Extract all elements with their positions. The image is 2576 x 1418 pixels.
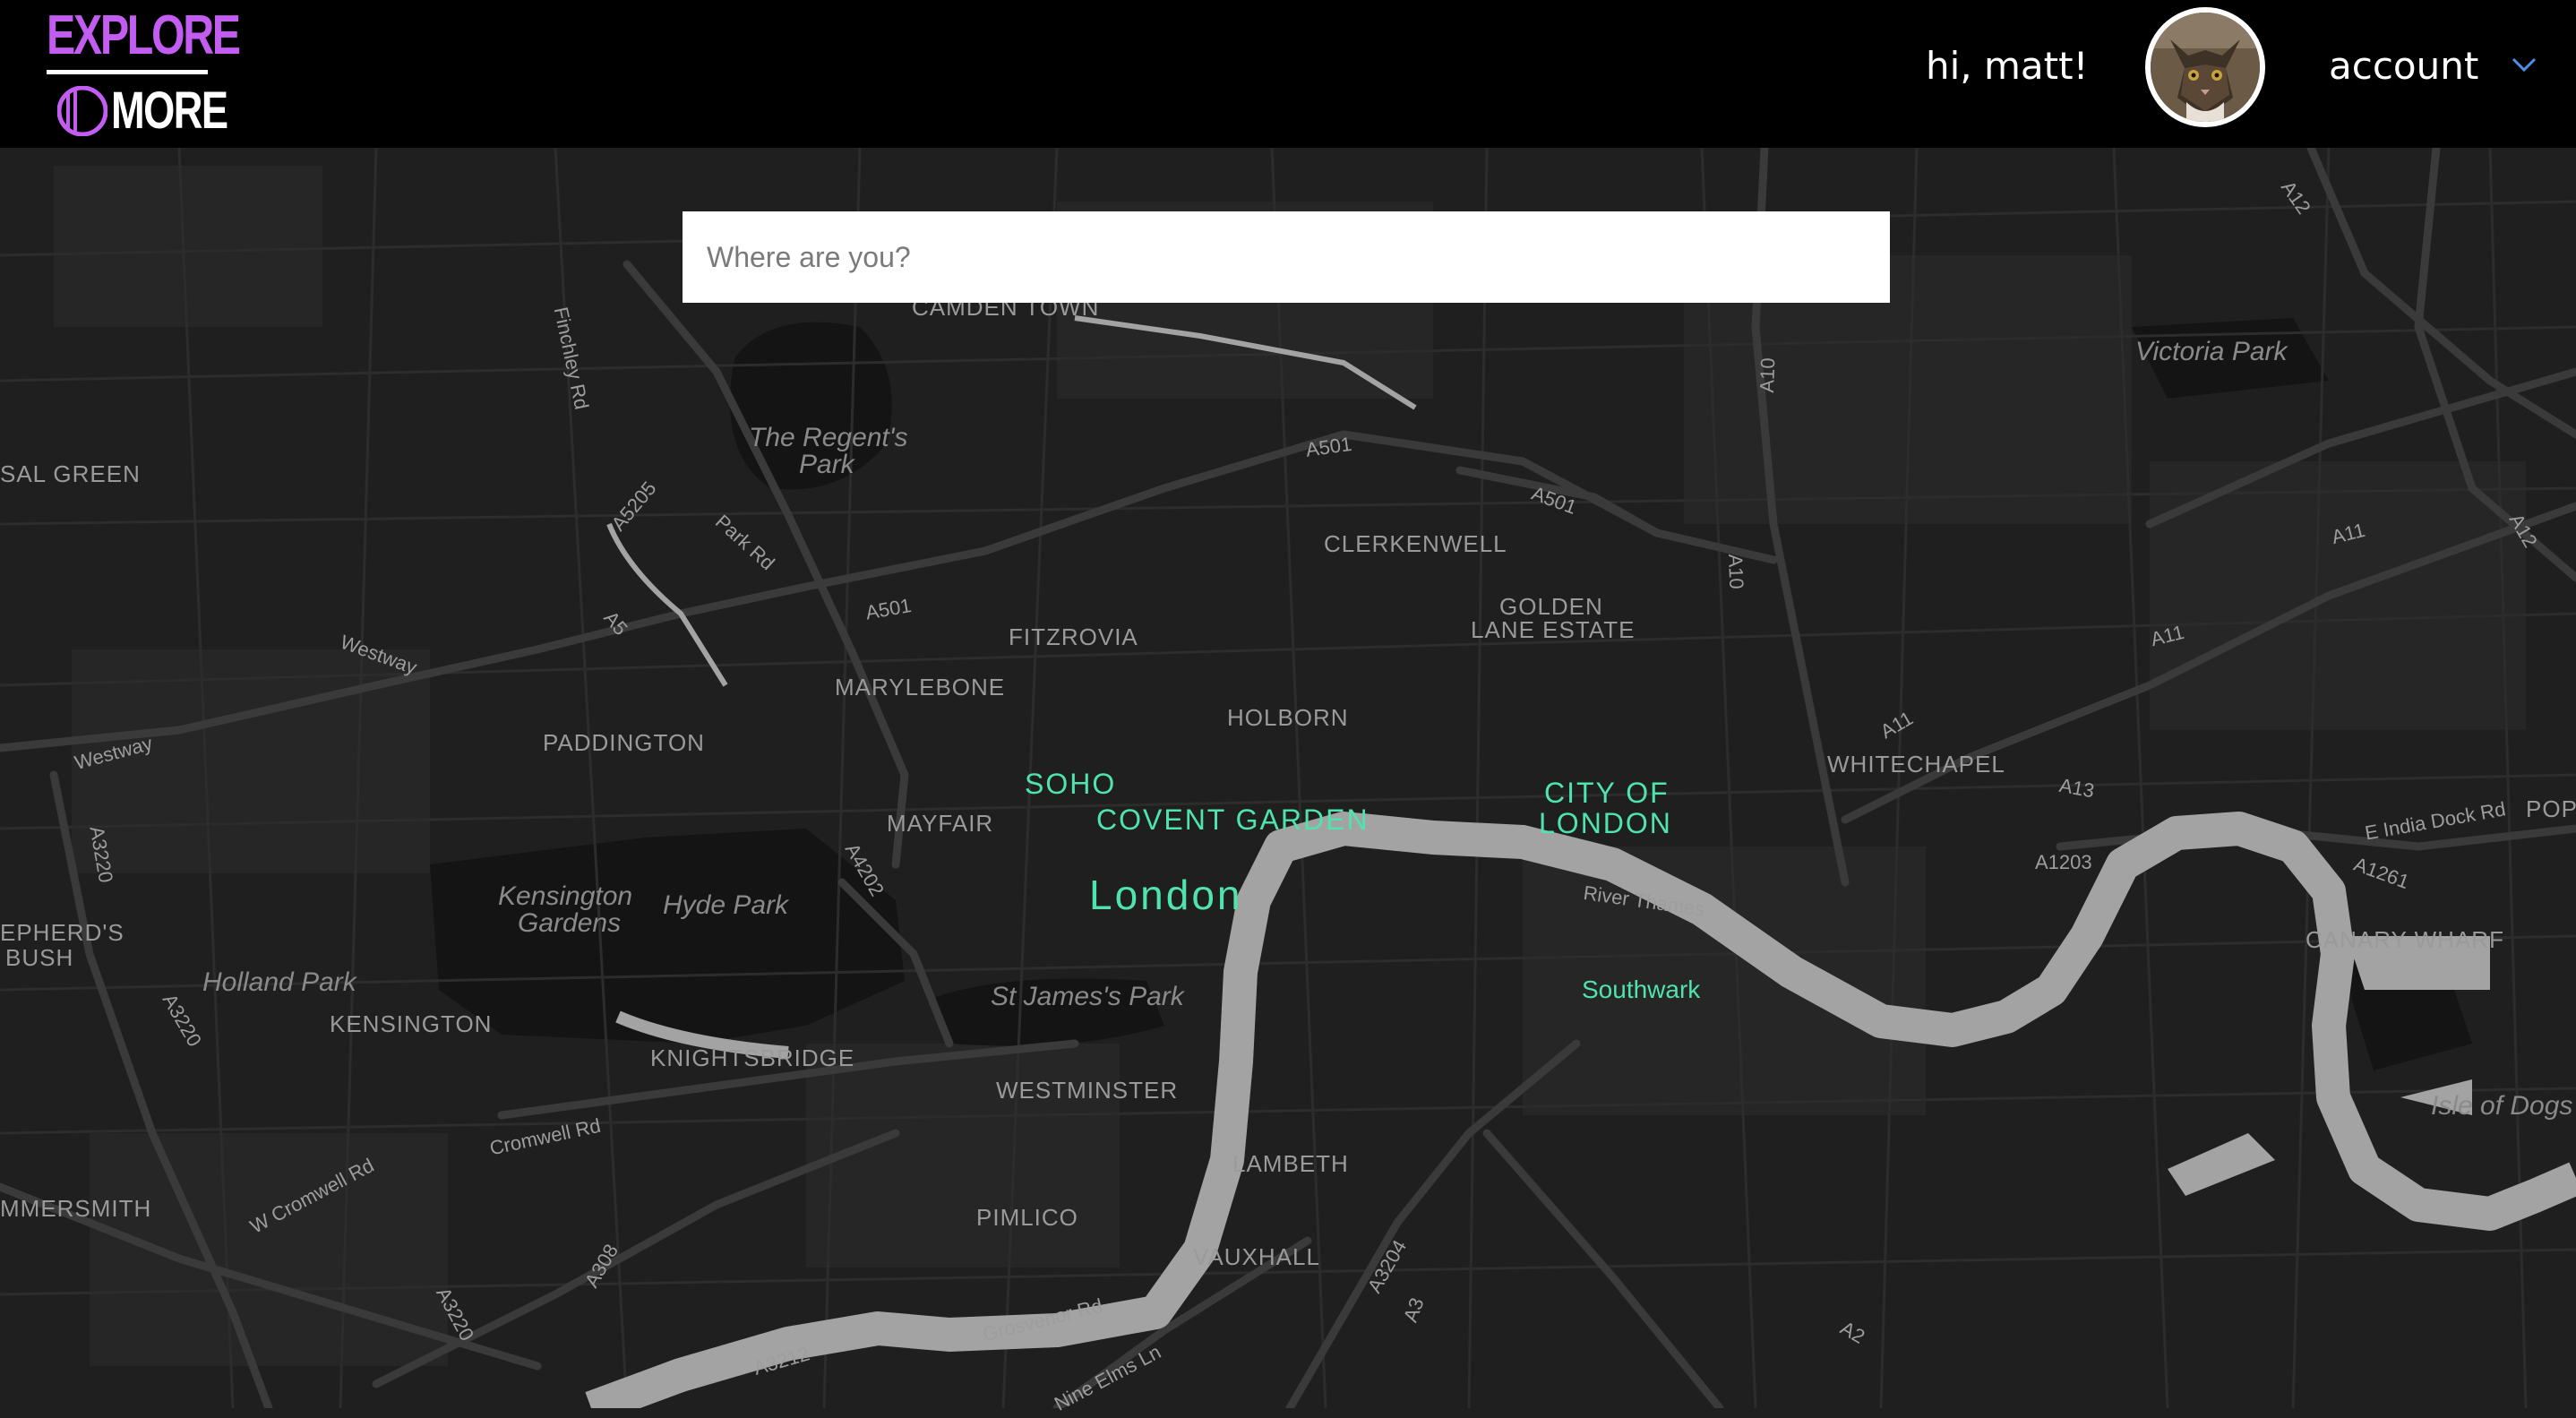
highlight-label-city-of-london-2[interactable]: LONDON	[1539, 809, 1672, 838]
district-label: POPL	[2526, 795, 2576, 822]
district-label: PIMLICO	[976, 1204, 1078, 1231]
top-navigation-bar: EXPLORE MORE hi, matt! account	[0, 0, 2576, 148]
district-label: CANARY WHARF	[2306, 926, 2504, 953]
road-label: A10	[1724, 554, 1748, 590]
account-menu-label[interactable]: account	[2329, 39, 2478, 93]
highlight-label-city-of-london[interactable]: CITY OF	[1544, 778, 1670, 807]
district-label: VAUXHALL	[1193, 1243, 1320, 1270]
highlight-label-soho[interactable]: SOHO	[1025, 769, 1116, 798]
road-label: A1203	[2035, 851, 2092, 873]
district-label: SAL GREEN	[0, 460, 141, 487]
logo-divider	[47, 70, 208, 74]
district-label: BUSH	[5, 944, 74, 971]
district-label: FITZROVIA	[1009, 623, 1138, 650]
explore-more-logo[interactable]: EXPLORE MORE	[47, 5, 241, 140]
district-label: MARYLEBONE	[835, 674, 1006, 700]
district-label: MAYFAIR	[887, 810, 994, 837]
park-label: Isle of Dogs	[2431, 1091, 2573, 1121]
district-label: WESTMINSTER	[996, 1077, 1179, 1104]
highlight-label-covent-garden[interactable]: COVENT GARDEN	[1096, 805, 1370, 834]
district-label: PADDINGTON	[543, 729, 705, 756]
cat-avatar-icon[interactable]	[2145, 7, 2265, 127]
district-label: LAMBETH	[1232, 1150, 1349, 1177]
logo-circle-icon	[57, 86, 107, 136]
district-label: WHITECHAPEL	[1827, 751, 2005, 778]
location-search-input[interactable]	[683, 211, 1890, 303]
highlight-label-southwark[interactable]: Southwark	[1582, 976, 1700, 1003]
district-label: KENSINGTON	[330, 1010, 493, 1037]
park-label: Park	[799, 450, 854, 479]
user-greeting: hi, matt!	[1926, 44, 2089, 88]
road-label: A10	[1755, 357, 1780, 393]
park-label: Hyde Park	[663, 890, 789, 920]
logo-explore-text: EXPLORE	[47, 4, 241, 66]
district-label: CLERKENWELL	[1324, 530, 1507, 557]
park-label: Gardens	[518, 908, 622, 938]
district-label: HOLBORN	[1227, 704, 1349, 731]
highlight-label-london[interactable]: London	[1089, 874, 1243, 915]
chevron-down-icon[interactable]	[2510, 54, 2538, 75]
logo-more-text: MORE	[111, 82, 228, 140]
park-label: Victoria Park	[2135, 337, 2288, 366]
district-label: LANE ESTATE	[1471, 616, 1636, 643]
park-label: St James's Park	[991, 982, 1184, 1011]
park-label: Kensington	[498, 881, 633, 911]
district-label: EPHERD'S	[0, 919, 125, 946]
avatar-image	[2151, 13, 2260, 122]
district-label: KNIGHTSBRIDGE	[650, 1044, 855, 1071]
park-label: Holland Park	[202, 967, 356, 997]
district-label: MMERSMITH	[0, 1195, 152, 1222]
park-label: The Regent's	[749, 423, 908, 452]
